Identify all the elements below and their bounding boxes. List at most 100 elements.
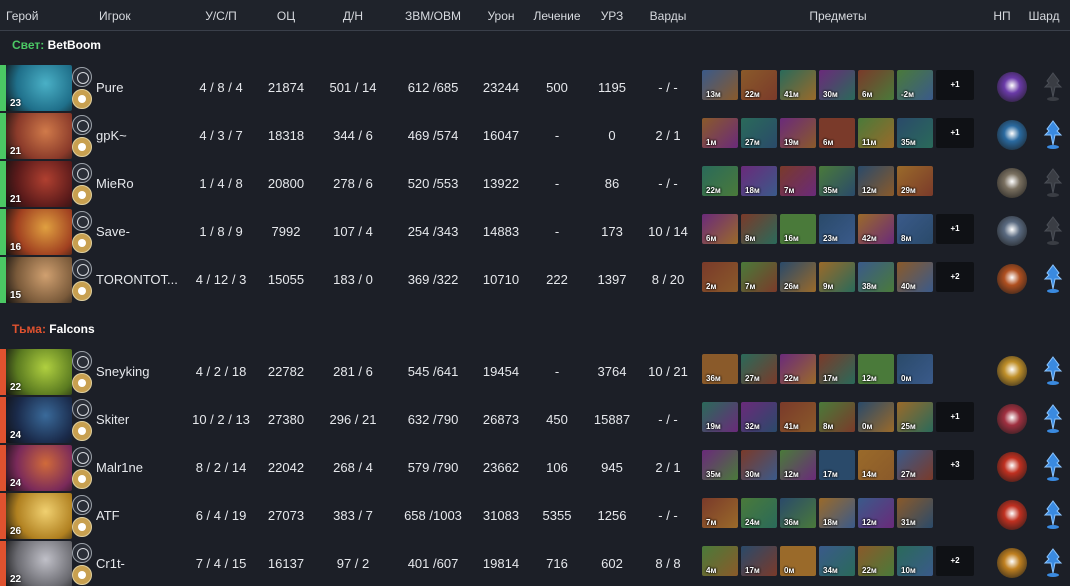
player-row[interactable]: 16 Save- 1 / 8 / 9 7992 107 / 4 254 /343 14883…: [0, 209, 1070, 255]
aghanim-shard-icon[interactable]: [1043, 547, 1063, 579]
item-icon[interactable]: 36м: [780, 498, 816, 528]
more-items-button[interactable]: +3: [936, 450, 974, 480]
item-icon[interactable]: 9м: [819, 262, 855, 292]
neutral-item-icon[interactable]: [997, 356, 1027, 386]
item-icon[interactable]: -2м: [897, 70, 933, 100]
item-icon[interactable]: 0м: [858, 402, 894, 432]
player-name[interactable]: Cr1t-: [96, 556, 125, 571]
item-icon[interactable]: 23м: [819, 214, 855, 244]
item-icon[interactable]: 10м: [897, 546, 933, 576]
item-icon[interactable]: 41м: [780, 402, 816, 432]
item-icon[interactable]: 8м: [897, 214, 933, 244]
header-hero[interactable]: Герой: [6, 9, 38, 23]
item-icon[interactable]: 36м: [702, 354, 738, 384]
neutral-item-icon[interactable]: [997, 264, 1027, 294]
item-icon[interactable]: 11м: [858, 118, 894, 148]
item-icon[interactable]: 35м: [702, 450, 738, 480]
item-icon[interactable]: 12м: [858, 354, 894, 384]
header-lh-dn[interactable]: Д/Н: [343, 9, 363, 23]
item-icon[interactable]: 22м: [780, 354, 816, 384]
talent-tree-icon[interactable]: [72, 259, 92, 279]
hero-portrait[interactable]: 24: [6, 445, 72, 491]
player-name[interactable]: Malr1ne: [96, 460, 143, 475]
hero-portrait[interactable]: 16: [6, 209, 72, 255]
item-icon[interactable]: 17м: [819, 450, 855, 480]
item-icon[interactable]: 0м: [780, 546, 816, 576]
aghanim-shard-empty-icon[interactable]: [1043, 71, 1063, 103]
aghanim-shard-icon[interactable]: [1043, 119, 1063, 151]
aghanim-shard-icon[interactable]: [1043, 451, 1063, 483]
more-items-button[interactable]: +1: [936, 70, 974, 100]
item-icon[interactable]: 19м: [780, 118, 816, 148]
hero-portrait[interactable]: 24: [6, 397, 72, 443]
item-icon[interactable]: 14м: [858, 450, 894, 480]
header-wards[interactable]: Варды: [650, 9, 687, 23]
player-name[interactable]: TORONTOT...: [96, 272, 178, 287]
header-gpm-xpm[interactable]: ЗВМ/ОВМ: [405, 9, 461, 23]
neutral-item-icon[interactable]: [997, 548, 1027, 578]
hero-portrait[interactable]: 21: [6, 161, 72, 207]
talent-tree-icon[interactable]: [72, 495, 92, 515]
item-icon[interactable]: 12м: [858, 498, 894, 528]
player-name[interactable]: MieRo: [96, 176, 134, 191]
item-icon[interactable]: 22м: [702, 166, 738, 196]
more-items-button[interactable]: +2: [936, 546, 974, 576]
item-icon[interactable]: 8м: [819, 402, 855, 432]
hero-portrait[interactable]: 22: [6, 541, 72, 586]
facet-icon[interactable]: [72, 373, 92, 393]
item-icon[interactable]: 27м: [897, 450, 933, 480]
item-icon[interactable]: 18м: [741, 166, 777, 196]
item-icon[interactable]: 41м: [780, 70, 816, 100]
item-icon[interactable]: 24м: [741, 498, 777, 528]
talent-tree-icon[interactable]: [72, 351, 92, 371]
aghanim-shard-icon[interactable]: [1043, 355, 1063, 387]
facet-icon[interactable]: [72, 137, 92, 157]
facet-icon[interactable]: [72, 421, 92, 441]
player-name[interactable]: Pure: [96, 80, 123, 95]
facet-icon[interactable]: [72, 469, 92, 489]
player-name[interactable]: Skiter: [96, 412, 129, 427]
item-icon[interactable]: 26м: [780, 262, 816, 292]
player-row[interactable]: 21 MieRo 1 / 4 / 8 20800 278 / 6 520 /553 1392…: [0, 161, 1070, 207]
item-icon[interactable]: 25м: [897, 402, 933, 432]
item-icon[interactable]: 29м: [897, 166, 933, 196]
player-row[interactable]: 22 Sneyking 4 / 2 / 18 22782 281 / 6 545 /641…: [0, 349, 1070, 395]
item-icon[interactable]: 35м: [819, 166, 855, 196]
header-player[interactable]: Игрок: [99, 9, 131, 23]
player-row[interactable]: 21 gpK~ 4 / 3 / 7 18318 344 / 6 469 /574 16047…: [0, 113, 1070, 159]
hero-portrait[interactable]: 22: [6, 349, 72, 395]
player-row[interactable]: 22 Cr1t- 7 / 4 / 15 16137 97 / 2 401 /607 1981…: [0, 541, 1070, 586]
player-row[interactable]: 24 Malr1ne 8 / 2 / 14 22042 268 / 4 579 /790 2…: [0, 445, 1070, 491]
more-items-button[interactable]: +1: [936, 118, 974, 148]
player-name[interactable]: gpK~: [96, 128, 127, 143]
item-icon[interactable]: 31м: [897, 498, 933, 528]
item-icon[interactable]: 42м: [858, 214, 894, 244]
item-icon[interactable]: 6м: [702, 214, 738, 244]
talent-tree-icon[interactable]: [72, 211, 92, 231]
item-icon[interactable]: 16м: [780, 214, 816, 244]
item-icon[interactable]: 0м: [897, 354, 933, 384]
neutral-item-icon[interactable]: [997, 72, 1027, 102]
item-icon[interactable]: 6м: [858, 70, 894, 100]
item-icon[interactable]: 7м: [702, 498, 738, 528]
aghanim-shard-empty-icon[interactable]: [1043, 215, 1063, 247]
player-row[interactable]: 15 TORONTOT... 4 / 12 / 3 15055 183 / 0 369 /…: [0, 257, 1070, 303]
neutral-item-icon[interactable]: [997, 120, 1027, 150]
facet-icon[interactable]: [72, 185, 92, 205]
item-icon[interactable]: 22м: [741, 70, 777, 100]
item-icon[interactable]: 40м: [897, 262, 933, 292]
talent-tree-icon[interactable]: [72, 67, 92, 87]
talent-tree-icon[interactable]: [72, 163, 92, 183]
item-icon[interactable]: 7м: [741, 262, 777, 292]
neutral-item-icon[interactable]: [997, 452, 1027, 482]
item-icon[interactable]: 4м: [702, 546, 738, 576]
talent-tree-icon[interactable]: [72, 399, 92, 419]
item-icon[interactable]: 30м: [819, 70, 855, 100]
neutral-item-icon[interactable]: [997, 404, 1027, 434]
header-kda[interactable]: У/С/П: [205, 9, 237, 23]
header-networth[interactable]: ОЦ: [277, 9, 295, 23]
player-name[interactable]: ATF: [96, 508, 120, 523]
header-heal[interactable]: Лечение: [533, 9, 580, 23]
player-row[interactable]: 24 Skiter 10 / 2 / 13 27380 296 / 21 632 /790…: [0, 397, 1070, 443]
item-icon[interactable]: 34м: [819, 546, 855, 576]
